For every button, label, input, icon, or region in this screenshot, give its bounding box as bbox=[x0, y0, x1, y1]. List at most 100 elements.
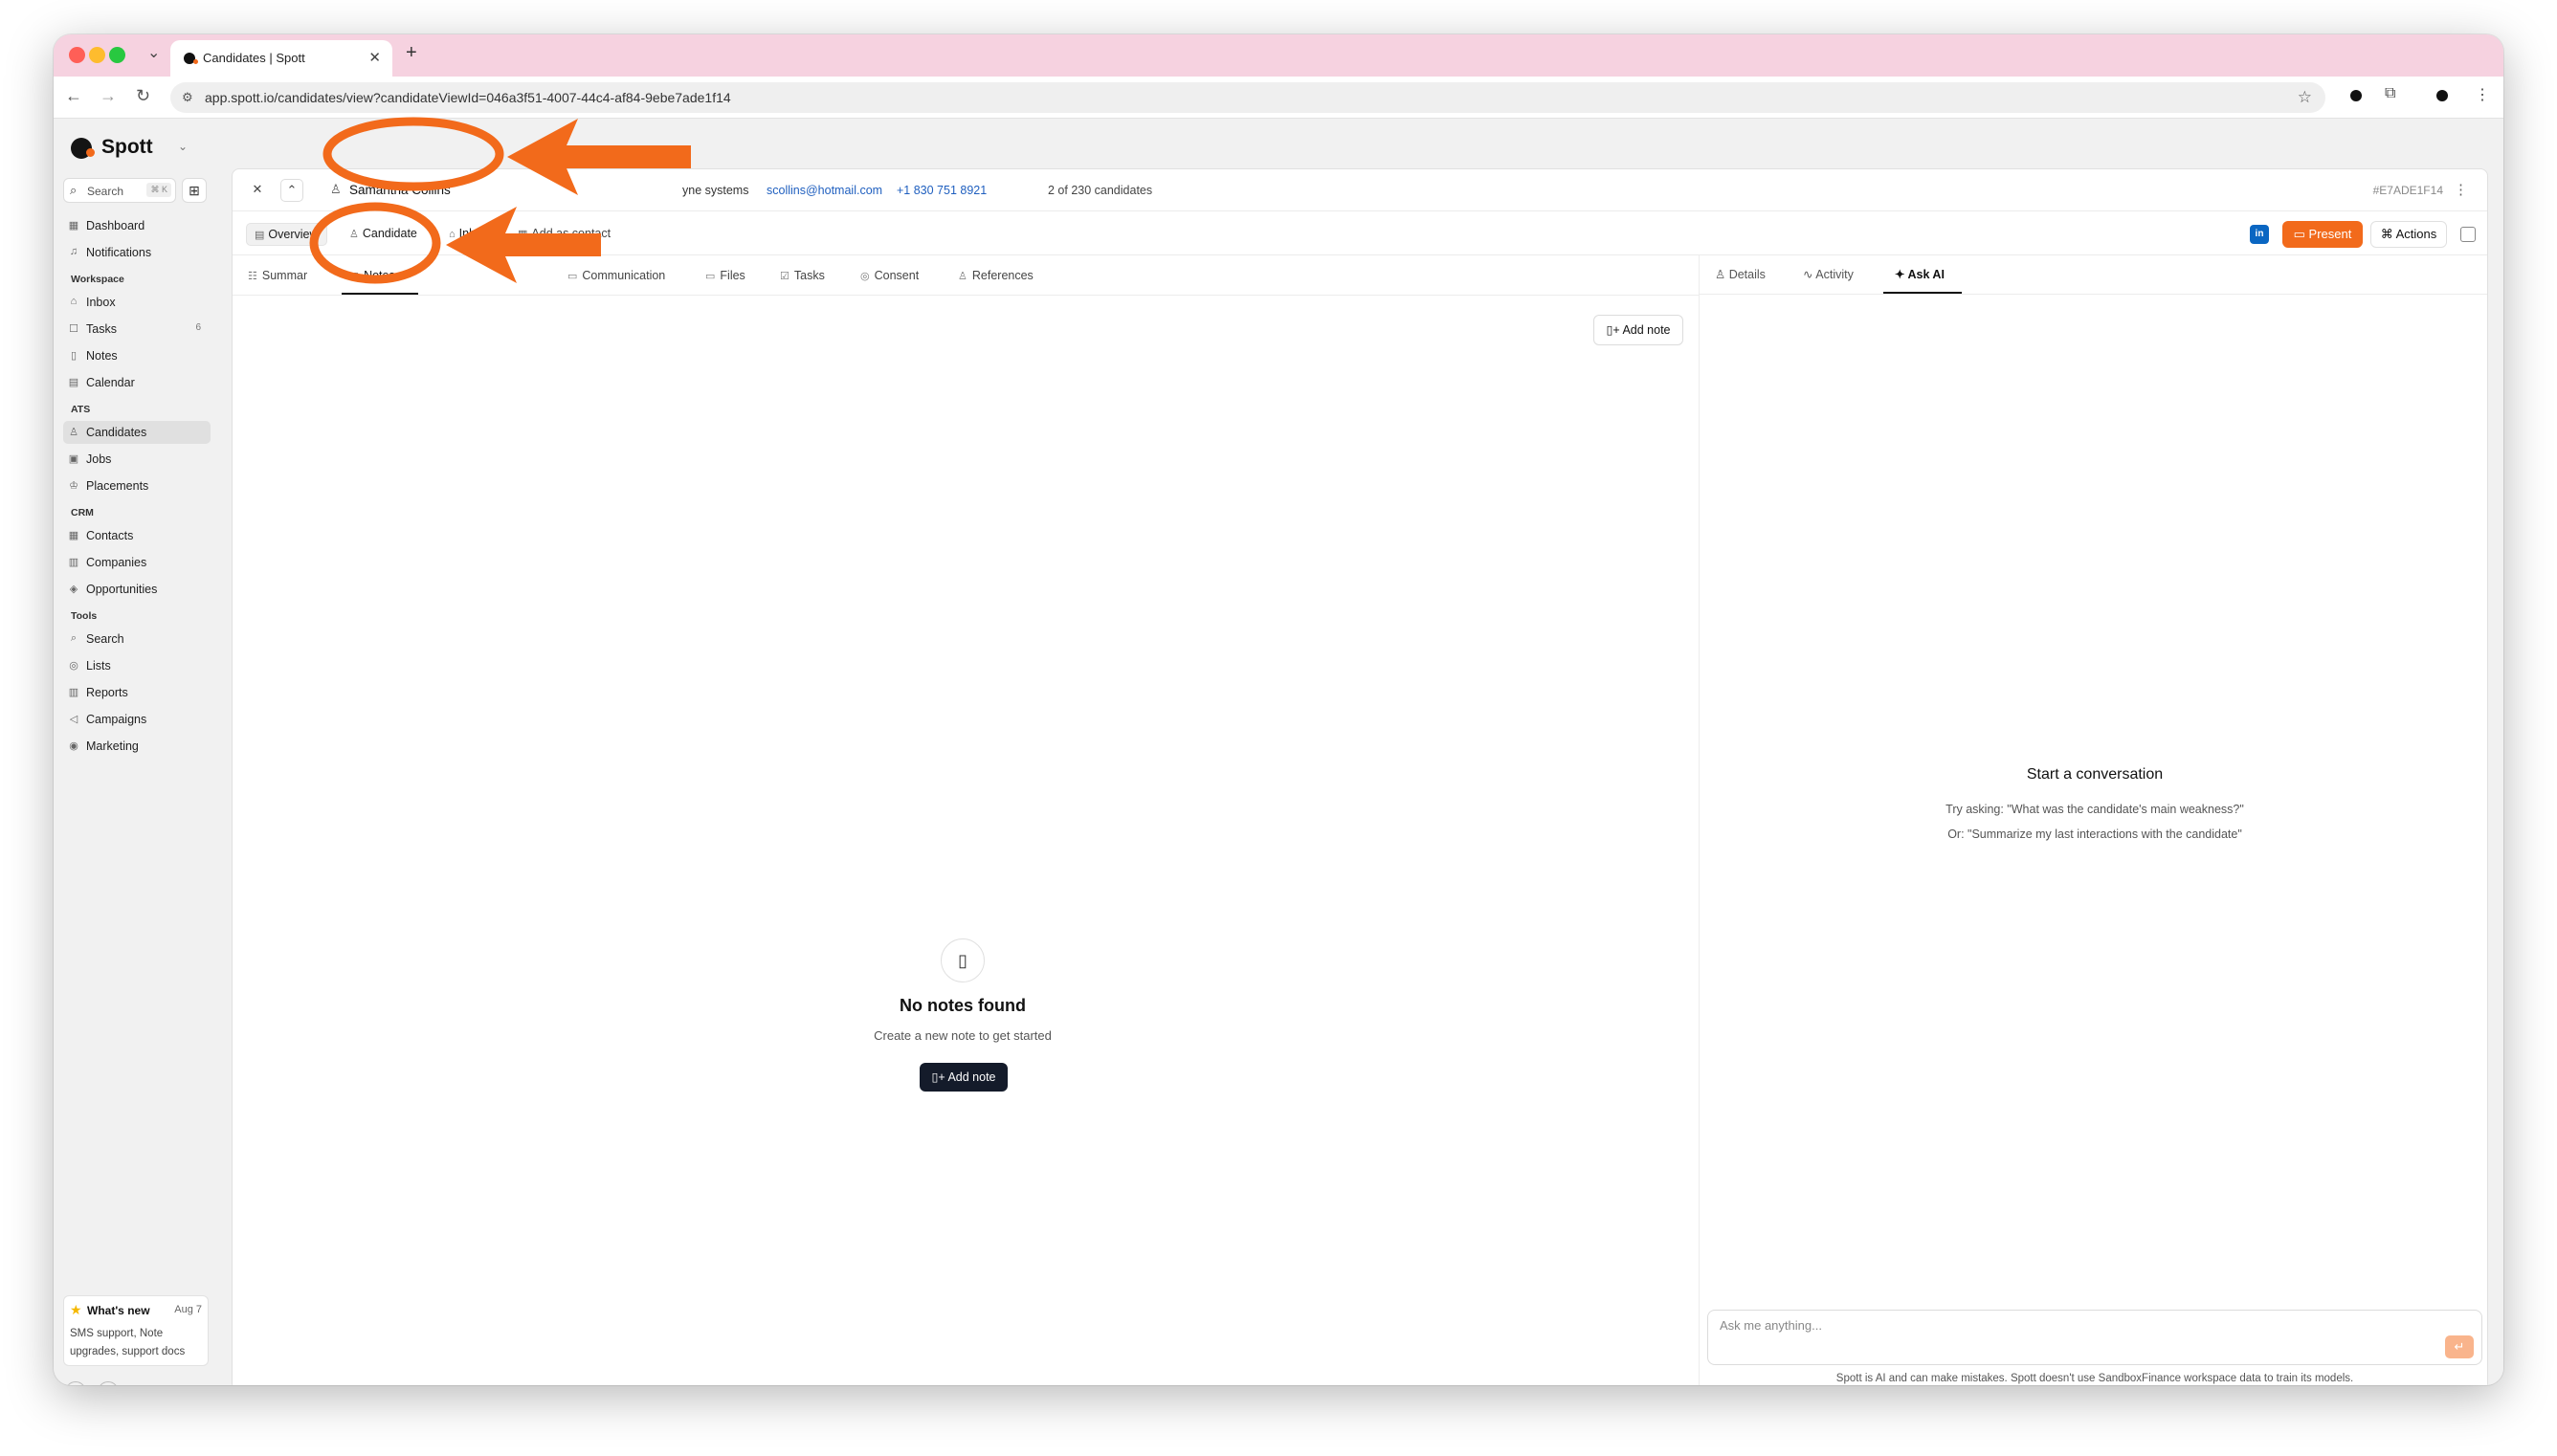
sidebar-item-companies[interactable]: ▥ Companies bbox=[63, 551, 211, 574]
tab-consent[interactable]: ◎ Consent bbox=[860, 269, 919, 282]
sidebar-item-placements[interactable]: ♔ Placements bbox=[63, 474, 211, 497]
spott-extension-icon[interactable] bbox=[2350, 90, 2362, 101]
suggestion-1: Try asking: "What was the candidate's ma… bbox=[1946, 803, 2244, 816]
sidebar-item-campaigns[interactable]: ◁ Campaigns bbox=[63, 708, 211, 731]
site-settings-icon[interactable]: ⚙ bbox=[182, 90, 193, 105]
sidebar-item-inbox[interactable]: ⌂ Inbox bbox=[63, 291, 211, 314]
sidebar-item-search[interactable]: ⌕ Search bbox=[63, 628, 211, 651]
sidebar-item-label: Lists bbox=[86, 659, 111, 673]
candidate-email-link[interactable]: scollins@hotmail.com bbox=[767, 184, 882, 197]
activity-icon: ∿ bbox=[1803, 268, 1816, 281]
previous-candidate-button[interactable]: ⌃ bbox=[280, 179, 303, 202]
url-text[interactable]: app.spott.io/candidates/view?candidateVi… bbox=[205, 90, 731, 105]
overview-label: Overview bbox=[268, 228, 319, 241]
tab-summary-label: Summar bbox=[261, 269, 308, 282]
sidebar-item-marketing[interactable]: ◉ Marketing bbox=[63, 735, 211, 758]
tab-details[interactable]: ♙ Details bbox=[1715, 267, 1766, 281]
tab-activity[interactable]: ∿ Activity bbox=[1803, 267, 1854, 281]
tab-summary[interactable]: ☷ Summar bbox=[248, 269, 307, 282]
extensions-puzzle-icon[interactable]: ⧉ bbox=[2385, 85, 2395, 102]
tab-references[interactable]: ♙ References bbox=[958, 269, 1034, 282]
tab-files[interactable]: ▭ Files bbox=[705, 269, 745, 282]
view-switcher: ▤ Overview ♙ Candidate ⌂ Inbox ▦ Add as cont… bbox=[233, 211, 2487, 255]
whats-new-card[interactable]: ★ What's new Aug 7 SMS support, Note upg… bbox=[63, 1295, 209, 1366]
sidebar-item-label: Placements bbox=[86, 479, 149, 493]
address-bar[interactable]: ⚙ app.spott.io/candidates/view?candidate… bbox=[170, 82, 2325, 113]
tab-communication[interactable]: ▭ Communication bbox=[567, 269, 665, 282]
add-note-primary-button[interactable]: ▯+ Add note bbox=[920, 1063, 1008, 1092]
candidate-phone-link[interactable]: +1 830 751 8921 bbox=[897, 184, 987, 197]
add-note-button[interactable]: ▯+ Add note bbox=[1593, 315, 1683, 345]
tab-notes[interactable]: ▯ Notes bbox=[353, 269, 395, 282]
spott-favicon-icon bbox=[184, 53, 198, 64]
sidebar-item-dashboard[interactable]: ▦ Dashboard bbox=[63, 214, 211, 237]
close-window-button[interactable] bbox=[69, 47, 85, 63]
ask-ai-input[interactable] bbox=[1720, 1318, 2390, 1333]
candidate-tabs: ☷ Summar ▯ Notes ▭ Communication ▭ Files ☑ Ta… bbox=[233, 255, 1699, 296]
sidebar: Spott ⌄ ⌕ Search ⌘ K ⊞ ▦ Dashboard ♫ Not… bbox=[54, 119, 226, 1385]
record-id: #E7ADE1F14 bbox=[2372, 184, 2443, 197]
close-tab-icon[interactable]: ✕ bbox=[368, 49, 381, 66]
browser-tab-title: Candidates | Spott bbox=[203, 51, 305, 65]
minimize-window-button[interactable] bbox=[89, 47, 105, 63]
tab-list-chevron-icon[interactable]: ⌄ bbox=[147, 43, 160, 62]
folder-icon: ▭ bbox=[705, 271, 716, 282]
present-button[interactable]: ▭ Present bbox=[2282, 221, 2363, 248]
add-as-contact-button[interactable]: ▦ Add as contact bbox=[510, 223, 618, 246]
workspace-chevron-icon[interactable]: ⌄ bbox=[178, 140, 188, 153]
more-options-icon[interactable]: ⋮ bbox=[2454, 181, 2468, 198]
inbox-icon: ⌂ bbox=[70, 296, 78, 307]
opportunity-icon: ◈ bbox=[69, 584, 78, 595]
sidebar-item-label: Marketing bbox=[86, 739, 139, 753]
actions-label: Actions bbox=[2395, 227, 2437, 241]
sidebar-item-lists[interactable]: ◎ Lists bbox=[63, 654, 211, 677]
sidebar-item-calendar[interactable]: ▤ Calendar bbox=[63, 371, 211, 394]
sidebar-item-notifications[interactable]: ♫ Notifications bbox=[63, 241, 211, 264]
sidebar-search[interactable]: ⌕ Search ⌘ K bbox=[63, 178, 176, 203]
tab-ask-ai[interactable]: ✦ Ask AI bbox=[1895, 267, 1945, 281]
browser-menu-icon[interactable]: ⋮ bbox=[2475, 85, 2490, 104]
new-tab-button[interactable]: + bbox=[406, 42, 417, 64]
maximize-window-button[interactable] bbox=[109, 47, 125, 63]
overview-button[interactable]: ▤ Overview bbox=[246, 223, 327, 246]
help-icon[interactable]: ? bbox=[98, 1381, 119, 1385]
candidate-view: ✕ ⌃ ♙ Samantha Collins yne systems scoll… bbox=[232, 168, 2488, 1385]
candidate-button[interactable]: ♙ Candidate bbox=[342, 223, 425, 246]
inbox-button[interactable]: ⌂ Inbox bbox=[441, 223, 496, 246]
linkedin-icon[interactable]: in bbox=[2250, 225, 2269, 244]
whats-new-date: Aug 7 bbox=[174, 1304, 202, 1315]
browser-tab-active[interactable]: Candidates | Spott ✕ bbox=[170, 40, 392, 77]
globe-icon: ◉ bbox=[69, 740, 78, 752]
reload-icon[interactable]: ↻ bbox=[136, 86, 150, 106]
sidebar-item-tasks[interactable]: ☐ Tasks 6 bbox=[63, 318, 211, 341]
present-label: Present bbox=[2308, 227, 2352, 241]
browser-window: ⌄ Candidates | Spott ✕ + ← → ↻ ⚙ app.spo… bbox=[54, 34, 2503, 1385]
candidate-position-counter: 2 of 230 candidates bbox=[1048, 184, 1153, 197]
sidebar-item-notes[interactable]: ▯ Notes bbox=[63, 344, 211, 367]
candidate-name[interactable]: Samantha Collins bbox=[349, 183, 451, 197]
forward-arrow-icon[interactable]: → bbox=[100, 86, 117, 106]
tab-notes-label: Notes bbox=[364, 269, 395, 282]
sidebar-item-label: Search bbox=[86, 632, 124, 646]
tab-consent-label: Consent bbox=[874, 269, 920, 282]
sidebar-item-candidates[interactable]: ♙ Candidates bbox=[63, 421, 211, 444]
close-icon[interactable]: ✕ bbox=[246, 179, 269, 202]
add-note-primary-label: Add note bbox=[947, 1070, 996, 1084]
sidebar-item-label: Calendar bbox=[86, 376, 135, 389]
sidebar-item-contacts[interactable]: ▦ Contacts bbox=[63, 524, 211, 547]
sidebar-item-reports[interactable]: ▥ Reports bbox=[63, 681, 211, 704]
actions-button[interactable]: ⌘ Actions bbox=[2370, 221, 2447, 248]
link-icon[interactable]: ⚭ bbox=[65, 1381, 86, 1385]
bookmark-star-icon[interactable]: ☆ bbox=[2298, 88, 2312, 107]
back-arrow-icon[interactable]: ← bbox=[65, 86, 82, 106]
person-icon: ♙ bbox=[330, 182, 342, 196]
send-icon[interactable]: ↵ bbox=[2445, 1335, 2474, 1358]
empty-file-icon: ▯ bbox=[941, 938, 985, 982]
profile-avatar-icon[interactable] bbox=[2436, 90, 2448, 101]
sidebar-item-opportunities[interactable]: ◈ Opportunities bbox=[63, 578, 211, 601]
quick-create-button[interactable]: ⊞ bbox=[182, 178, 207, 203]
file-icon: ▯ bbox=[353, 271, 360, 282]
sidebar-item-jobs[interactable]: ▣ Jobs bbox=[63, 448, 211, 471]
tab-tasks[interactable]: ☑ Tasks bbox=[780, 269, 825, 282]
panel-toggle-icon[interactable] bbox=[2460, 227, 2476, 242]
